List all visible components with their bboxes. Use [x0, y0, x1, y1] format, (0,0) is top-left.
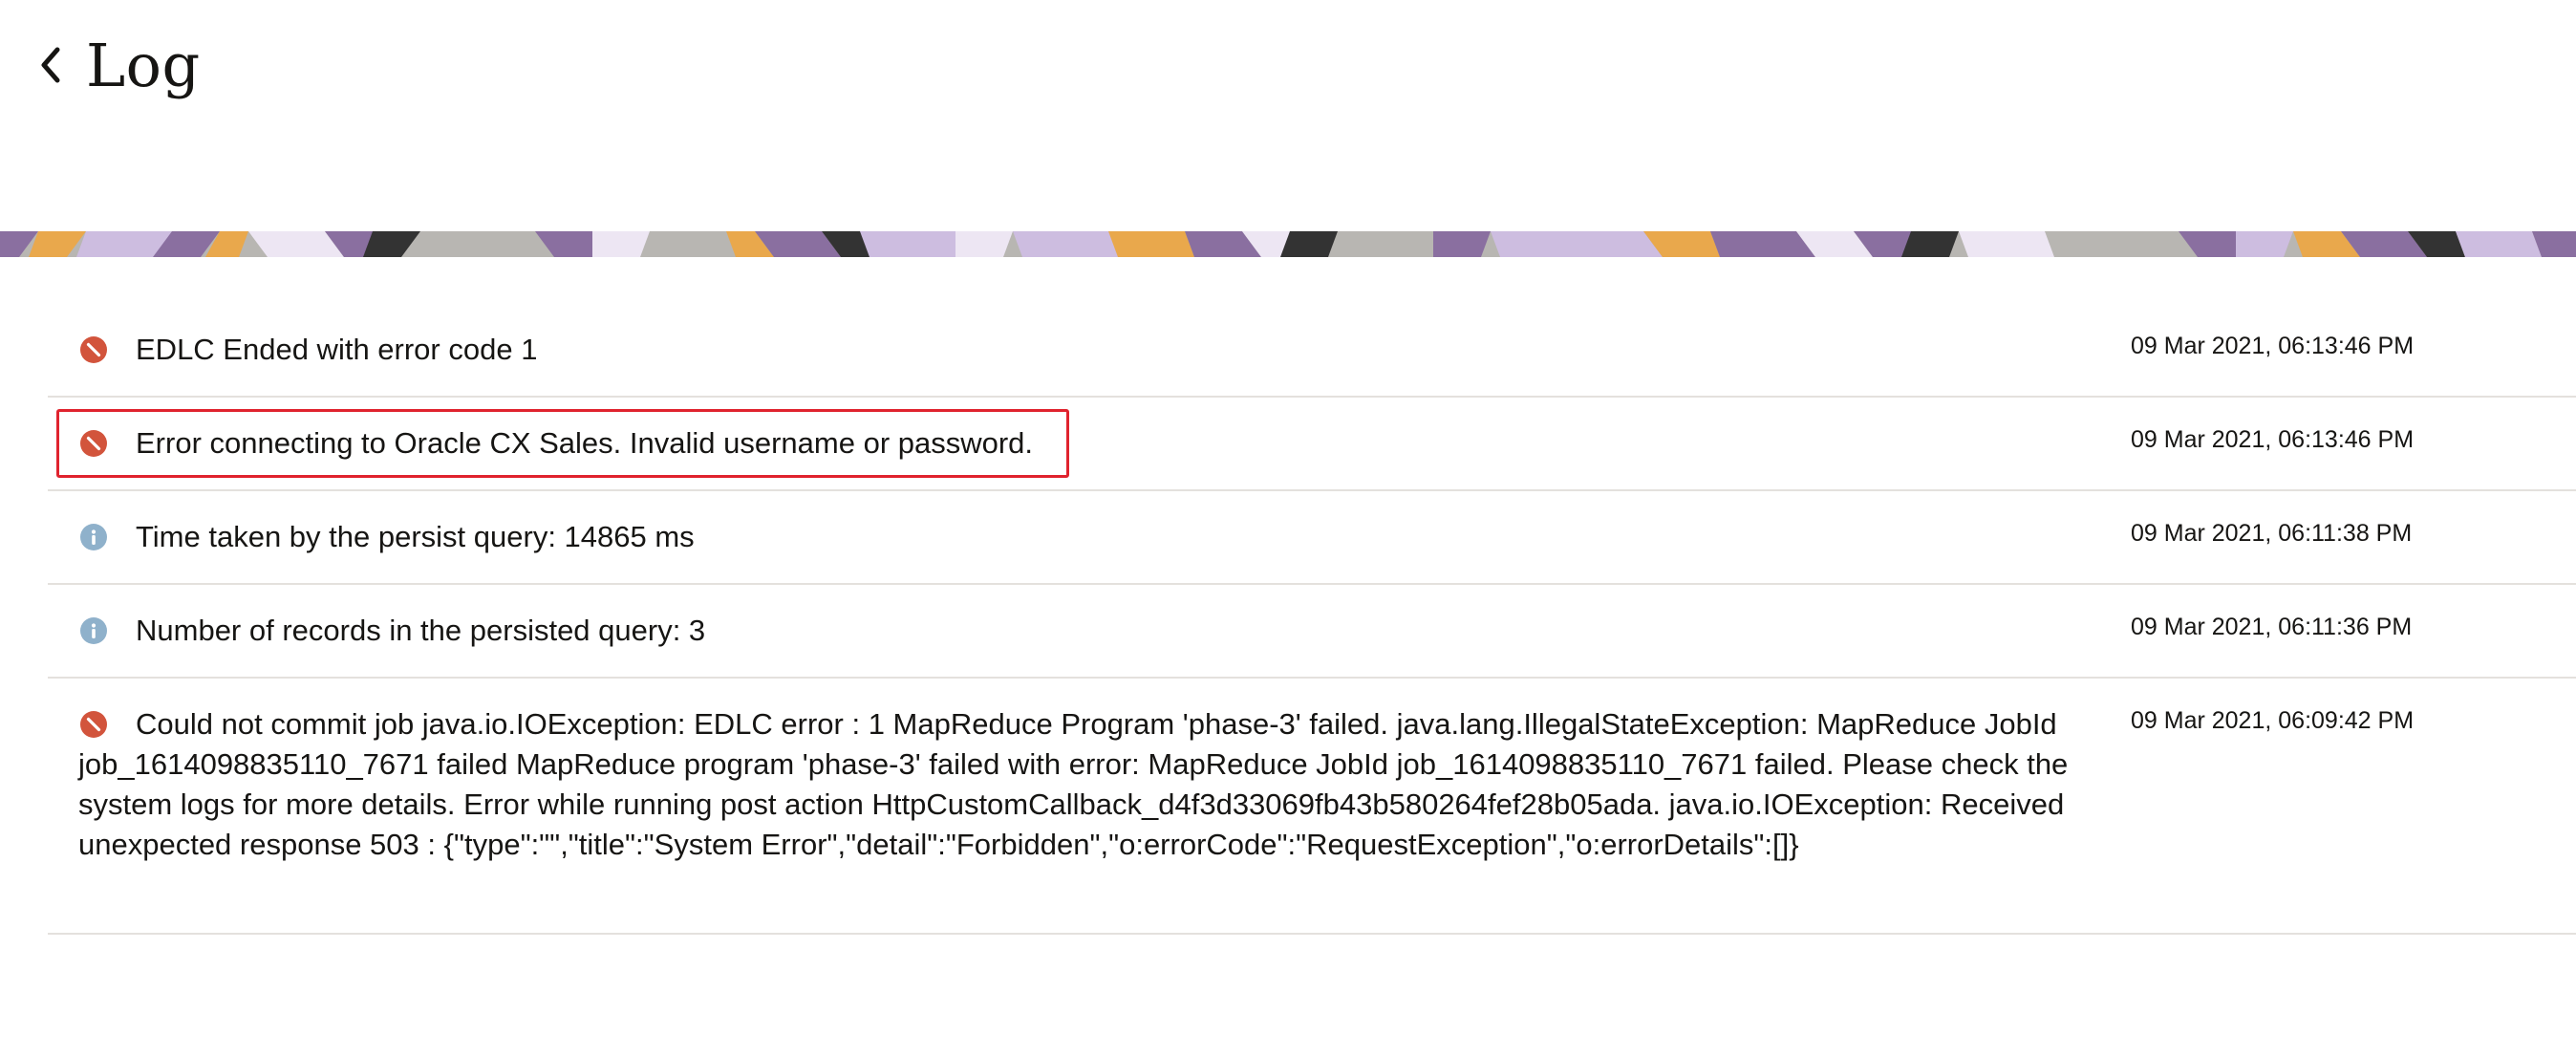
page-header: Log — [38, 27, 201, 103]
error-icon — [80, 430, 107, 457]
log-entry: Time taken by the persist query: 14865 m… — [48, 491, 2576, 585]
log-entry: Could not commit job java.io.IOException… — [48, 679, 2576, 935]
log-timestamp: 09 Mar 2021, 06:11:38 PM — [2131, 520, 2413, 547]
log-entry: EDLC Ended with error code 1 09 Mar 2021… — [48, 304, 2576, 398]
back-button[interactable] — [38, 36, 73, 94]
log-entry: Error connecting to Oracle CX Sales. Inv… — [48, 398, 2576, 491]
info-icon — [80, 524, 107, 550]
page-title: Log — [86, 30, 201, 100]
log-list: EDLC Ended with error code 1 09 Mar 2021… — [48, 304, 2576, 935]
log-message: Error connecting to Oracle CX Sales. Inv… — [136, 426, 1034, 460]
log-message: Number of records in the persisted query… — [136, 614, 706, 647]
log-timestamp: 09 Mar 2021, 06:13:46 PM — [2131, 333, 2415, 359]
info-icon — [80, 617, 107, 644]
decorative-banner — [0, 231, 2576, 257]
log-message: Could not commit job java.io.IOException… — [78, 707, 2069, 861]
log-message: EDLC Ended with error code 1 — [136, 333, 538, 366]
error-icon — [80, 336, 107, 363]
log-message: Time taken by the persist query: 14865 m… — [136, 520, 695, 553]
log-timestamp: 09 Mar 2021, 06:11:36 PM — [2131, 614, 2413, 640]
log-entry: Number of records in the persisted query… — [48, 585, 2576, 679]
chevron-left-icon — [41, 47, 60, 83]
log-timestamp: 09 Mar 2021, 06:13:46 PM — [2131, 426, 2415, 453]
log-timestamp: 09 Mar 2021, 06:09:42 PM — [2131, 707, 2415, 734]
